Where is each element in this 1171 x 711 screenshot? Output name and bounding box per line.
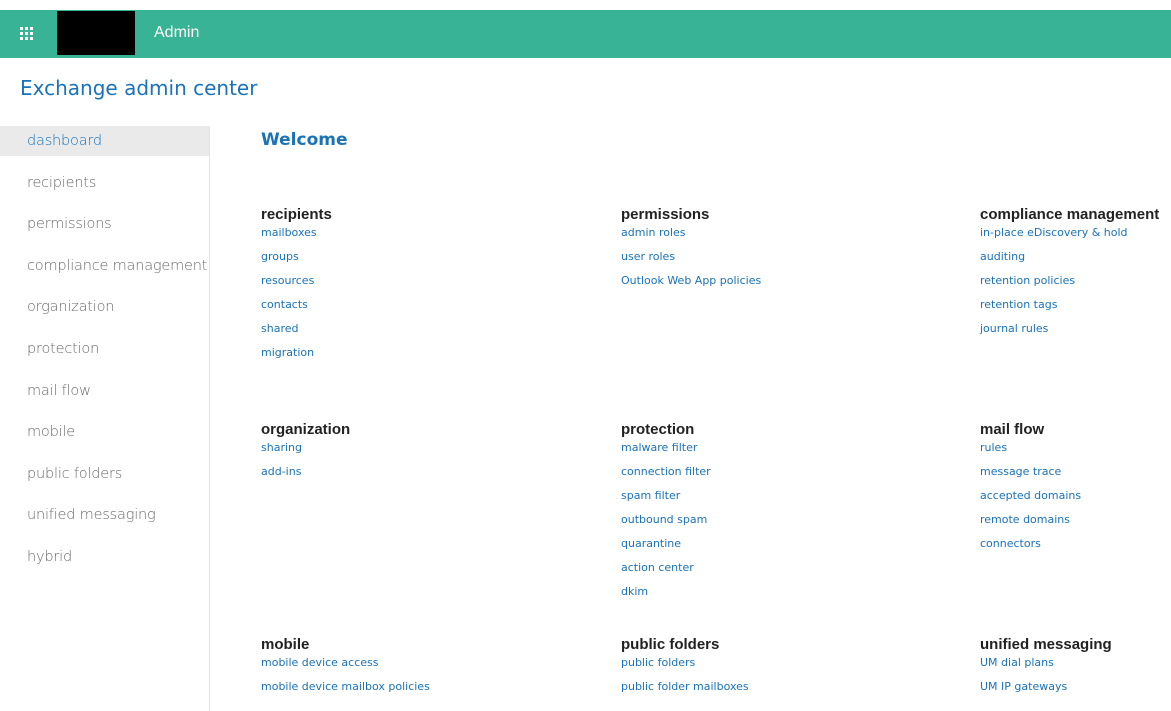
redacted-logo [57, 11, 135, 55]
section-protection: protection malware filter connection fil… [621, 421, 921, 609]
link-spam-filter[interactable]: spam filter [621, 489, 921, 513]
sidebar-item-public-folders[interactable]: public folders [0, 459, 209, 501]
sidebar-nav: dashboard recipients permissions complia… [0, 126, 210, 711]
sidebar-item-mobile[interactable]: mobile [0, 417, 209, 459]
link-quarantine[interactable]: quarantine [621, 537, 921, 561]
section-recipients: recipients mailboxes groups resources co… [261, 206, 561, 370]
link-migration[interactable]: migration [261, 346, 561, 370]
link-message-trace[interactable]: message trace [980, 465, 1170, 489]
sidebar-item-compliance-management[interactable]: compliance management [0, 251, 209, 293]
link-outlook-web-app-policies[interactable]: Outlook Web App policies [621, 274, 921, 298]
top-bar: Admin [0, 10, 1171, 58]
link-shared[interactable]: shared [261, 322, 561, 346]
section-permissions: permissions admin roles user roles Outlo… [621, 206, 921, 298]
link-mobile-device-access[interactable]: mobile device access [261, 656, 561, 680]
sidebar-item-hybrid[interactable]: hybrid [0, 542, 209, 584]
section-public-folders: public folders public folders public fol… [621, 636, 921, 704]
sidebar-item-organization[interactable]: organization [0, 292, 209, 334]
link-mobile-device-mailbox-policies[interactable]: mobile device mailbox policies [261, 680, 561, 704]
section-heading: mobile [261, 636, 310, 653]
link-public-folder-mailboxes[interactable]: public folder mailboxes [621, 680, 921, 704]
link-journal-rules[interactable]: journal rules [980, 322, 1170, 346]
link-action-center[interactable]: action center [621, 561, 921, 585]
section-heading: compliance management [980, 206, 1160, 223]
link-admin-roles[interactable]: admin roles [621, 226, 921, 250]
sidebar-item-unified-messaging[interactable]: unified messaging [0, 500, 209, 542]
app-title[interactable]: Admin [154, 10, 199, 58]
link-um-dial-plans[interactable]: UM dial plans [980, 656, 1170, 680]
sidebar-item-protection[interactable]: protection [0, 334, 209, 376]
link-um-ip-gateways[interactable]: UM IP gateways [980, 680, 1170, 704]
section-compliance-management: compliance management in-place eDiscover… [980, 206, 1170, 346]
link-connection-filter[interactable]: connection filter [621, 465, 921, 489]
section-heading: mail flow [980, 421, 1045, 438]
link-malware-filter[interactable]: malware filter [621, 441, 921, 465]
section-heading: public folders [621, 636, 720, 653]
section-heading: protection [621, 421, 695, 438]
link-resources[interactable]: resources [261, 274, 561, 298]
sidebar-item-dashboard[interactable]: dashboard [0, 126, 209, 156]
link-contacts[interactable]: contacts [261, 298, 561, 322]
link-mailboxes[interactable]: mailboxes [261, 226, 561, 250]
section-mail-flow: mail flow rules message trace accepted d… [980, 421, 1170, 561]
section-heading: permissions [621, 206, 710, 223]
link-accepted-domains[interactable]: accepted domains [980, 489, 1170, 513]
section-heading: unified messaging [980, 636, 1112, 653]
sidebar-item-recipients[interactable]: recipients [0, 168, 209, 210]
link-remote-domains[interactable]: remote domains [980, 513, 1170, 537]
link-rules[interactable]: rules [980, 441, 1170, 465]
sidebar-item-permissions[interactable]: permissions [0, 209, 209, 251]
link-retention-policies[interactable]: retention policies [980, 274, 1170, 298]
section-mobile: mobile mobile device access mobile devic… [261, 636, 561, 704]
welcome-heading: Welcome [261, 130, 348, 150]
link-sharing[interactable]: sharing [261, 441, 561, 465]
section-heading: organization [261, 421, 351, 438]
link-public-folders[interactable]: public folders [621, 656, 921, 680]
link-add-ins[interactable]: add-ins [261, 465, 561, 489]
sidebar-item-mail-flow[interactable]: mail flow [0, 376, 209, 418]
link-auditing[interactable]: auditing [980, 250, 1170, 274]
link-connectors[interactable]: connectors [980, 537, 1170, 561]
section-organization: organization sharing add-ins [261, 421, 561, 489]
section-unified-messaging: unified messaging UM dial plans UM IP ga… [980, 636, 1170, 704]
link-groups[interactable]: groups [261, 250, 561, 274]
section-heading: recipients [261, 206, 332, 223]
link-outbound-spam[interactable]: outbound spam [621, 513, 921, 537]
page-title: Exchange admin center [20, 76, 258, 100]
link-user-roles[interactable]: user roles [621, 250, 921, 274]
app-launcher-icon[interactable] [20, 27, 34, 41]
link-retention-tags[interactable]: retention tags [980, 298, 1170, 322]
link-in-place-ediscovery-hold[interactable]: in-place eDiscovery & hold [980, 226, 1170, 250]
link-dkim[interactable]: dkim [621, 585, 921, 609]
